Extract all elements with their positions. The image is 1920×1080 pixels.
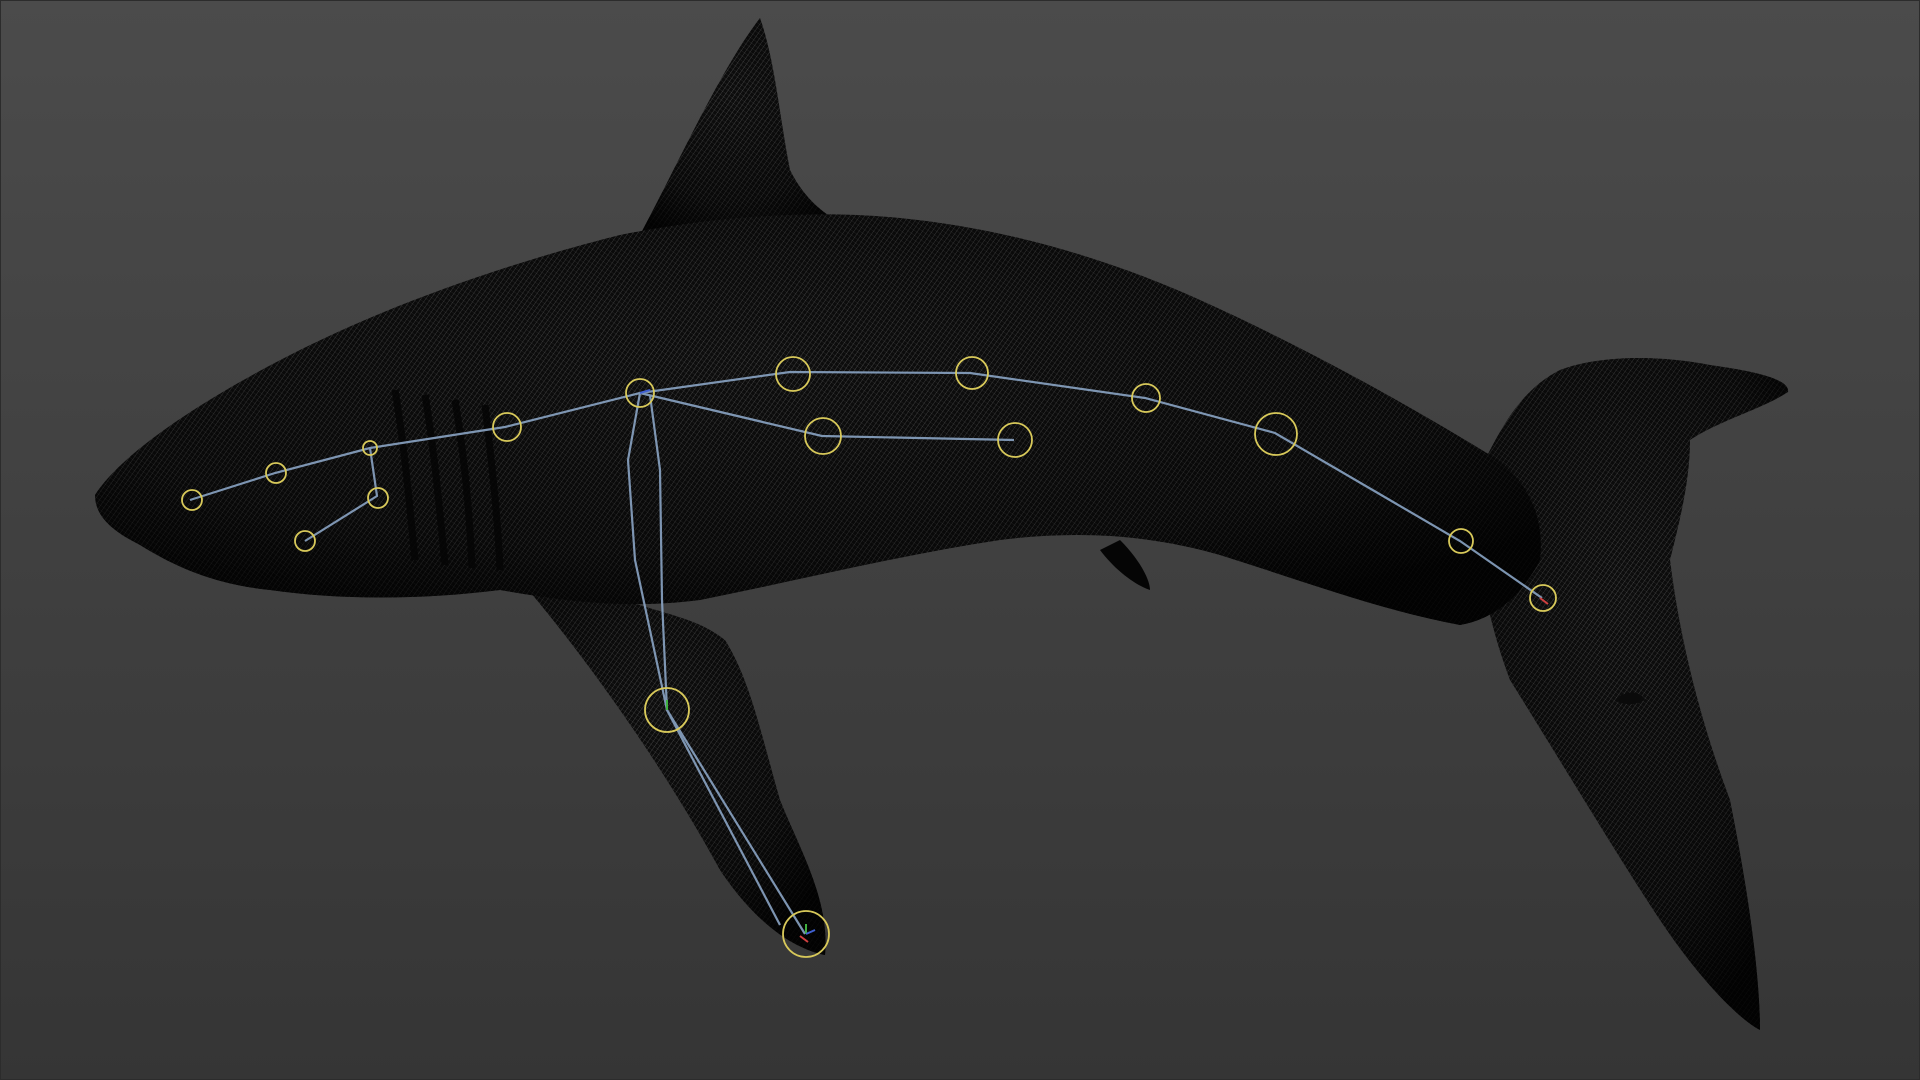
3d-viewport[interactable] bbox=[0, 0, 1920, 1080]
shark-model[interactable] bbox=[95, 18, 1789, 1030]
scene-canvas[interactable] bbox=[0, 0, 1920, 1080]
pelvic-fin bbox=[1100, 540, 1150, 590]
